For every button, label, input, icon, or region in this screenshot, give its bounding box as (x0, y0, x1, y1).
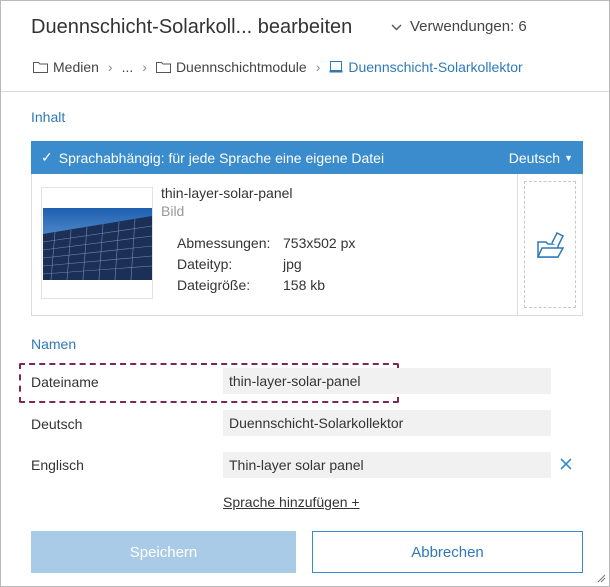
meta-filetype-value: jpg (283, 256, 302, 272)
checkmark-icon: ✓ (41, 149, 53, 165)
file-kind: Bild (161, 203, 185, 219)
header-divider (1, 91, 609, 92)
english-name-label: Englisch (31, 457, 84, 473)
german-name-field[interactable]: Duennschicht-Solarkollektor (223, 410, 551, 436)
folder-icon (33, 62, 48, 73)
edit-media-dialog: Duennschicht-Solarkoll... bearbeiten Ver… (0, 0, 610, 587)
english-name-field[interactable]: Thin-layer solar panel (223, 452, 551, 478)
breadcrumb-item-duennschichtmodule[interactable]: Duennschichtmodule (155, 59, 307, 75)
breadcrumb: Medien › ... › Duennschichtmodule › Duen… (33, 58, 523, 76)
usages-label: Verwendungen: 6 (410, 18, 527, 35)
language-select-value: Deutsch (508, 150, 561, 166)
breadcrumb-item-ellipsis[interactable]: ... (122, 59, 134, 75)
breadcrumb-label: ... (121, 59, 134, 75)
language-select[interactable]: Deutsch ▼ (509, 150, 573, 166)
german-name-label: Deutsch (31, 416, 83, 432)
breadcrumb-separator: › (107, 59, 113, 75)
resize-grip-icon[interactable] (596, 573, 606, 583)
filename-label: Dateiname (31, 374, 99, 390)
meta-filesize-label: Dateigröße: (177, 277, 251, 293)
folder-icon (155, 62, 171, 73)
image-thumbnail[interactable] (41, 187, 153, 299)
section-label-content: Inhalt (31, 109, 66, 125)
open-folder-upload-icon (536, 231, 565, 258)
upload-dropzone[interactable] (524, 181, 576, 308)
breadcrumb-item-medien[interactable]: Medien (33, 59, 99, 75)
meta-filetype: Dateityp: jpg (177, 256, 302, 272)
meta-dimensions: Abmessungen: 753x502 px (177, 235, 355, 251)
solar-panel-image (43, 208, 152, 280)
breadcrumb-separator: › (142, 59, 147, 75)
dialog-title: Duennschicht-Solarkoll... bearbeiten (31, 16, 353, 38)
remove-language-icon[interactable] (559, 457, 573, 471)
caret-down-icon: ▼ (564, 153, 573, 163)
chevron-down-icon (391, 19, 402, 34)
breadcrumb-label: Duennschichtmodule (175, 59, 307, 75)
filename-field[interactable]: thin-layer-solar-panel (223, 368, 551, 394)
file-preview-box: thin-layer-solar-panel Bild Abmessungen:… (31, 174, 583, 316)
meta-filesize-value: 158 kb (283, 277, 326, 293)
breadcrumb-separator: › (315, 59, 321, 75)
cancel-button[interactable]: Abbrechen (312, 531, 583, 573)
breadcrumb-label: Medien (53, 59, 99, 75)
language-dependent-text: Sprachabhängig: für jede Sprache eine ei… (58, 149, 385, 166)
file-name: thin-layer-solar-panel (161, 185, 293, 201)
language-dependent-bar: ✓ Sprachabhängig: für jede Sprache eine … (31, 141, 583, 174)
section-label-names: Namen (31, 336, 77, 352)
breadcrumb-label: Duennschicht-Solarkollektor (348, 59, 523, 75)
save-button[interactable]: Speichern (31, 531, 296, 573)
add-language-link[interactable]: Sprache hinzufügen + (223, 494, 360, 510)
meta-filesize: Dateigröße: 158 kb (177, 277, 325, 293)
meta-filetype-label: Dateityp: (177, 256, 233, 272)
meta-dimensions-label: Abmessungen: (177, 235, 271, 251)
upload-area (517, 174, 582, 315)
media-file-icon (329, 61, 343, 73)
usages-toggle[interactable]: Verwendungen: 6 (391, 18, 527, 35)
breadcrumb-item-current[interactable]: Duennschicht-Solarkollektor (329, 59, 523, 75)
meta-dimensions-value: 753x502 px (283, 235, 356, 251)
